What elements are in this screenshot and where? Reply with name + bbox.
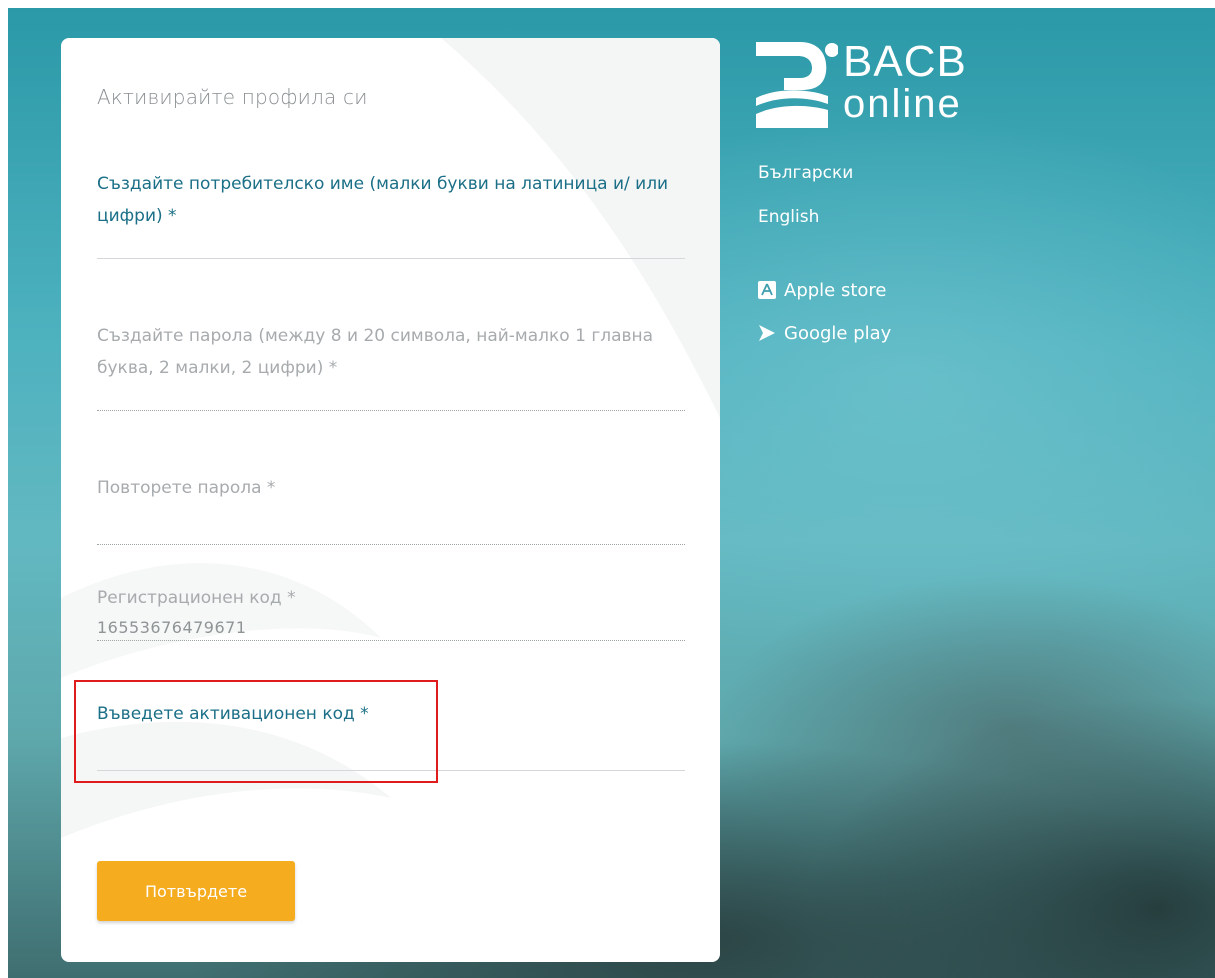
username-underline [97, 258, 685, 259]
repeat-password-underline [97, 544, 685, 545]
app-store-icon [758, 281, 776, 299]
password-label: Създайте парола (между 8 и 20 символа, н… [97, 326, 654, 378]
registration-code-underline [97, 640, 685, 641]
repeat-password-label: Повторете парола * [97, 478, 276, 498]
language-link-bulgarian[interactable]: Български [758, 163, 853, 183]
username-label: Създайте потребителско име (малки букви … [97, 174, 669, 226]
password-underline [97, 410, 685, 411]
bacb-logo: BACB online [754, 38, 1004, 134]
activation-code-highlight [74, 680, 438, 783]
registration-code-field: Регистрационен код * [97, 582, 685, 641]
registration-code-input[interactable] [97, 614, 685, 640]
apple-store-label: Apple store [784, 279, 887, 301]
logo-text-bacb: BACB [843, 37, 967, 86]
language-link-english[interactable]: English [758, 207, 819, 227]
apple-store-link[interactable]: Apple store [758, 277, 887, 303]
repeat-password-field: Повторете парола * [97, 472, 685, 545]
form-title: Активирайте профила си [97, 85, 368, 109]
logo-text-online: online [843, 82, 962, 126]
repeat-password-input[interactable] [97, 504, 685, 544]
google-play-link[interactable]: Google play [758, 320, 891, 346]
password-input[interactable] [97, 384, 685, 410]
activation-form-card: Активирайте профила си Създайте потребит… [61, 38, 720, 962]
bacb-logo-icon [756, 42, 839, 128]
google-play-label: Google play [784, 322, 892, 344]
username-input[interactable] [97, 232, 685, 258]
username-field: Създайте потребителско име (малки букви … [97, 168, 685, 259]
google-play-icon [759, 325, 775, 341]
password-field: Създайте парола (между 8 и 20 символа, н… [97, 320, 685, 411]
registration-code-label: Регистрационен код * [97, 588, 296, 608]
page: Активирайте профила си Създайте потребит… [0, 0, 1215, 978]
confirm-button[interactable]: Потвърдете [97, 861, 295, 921]
